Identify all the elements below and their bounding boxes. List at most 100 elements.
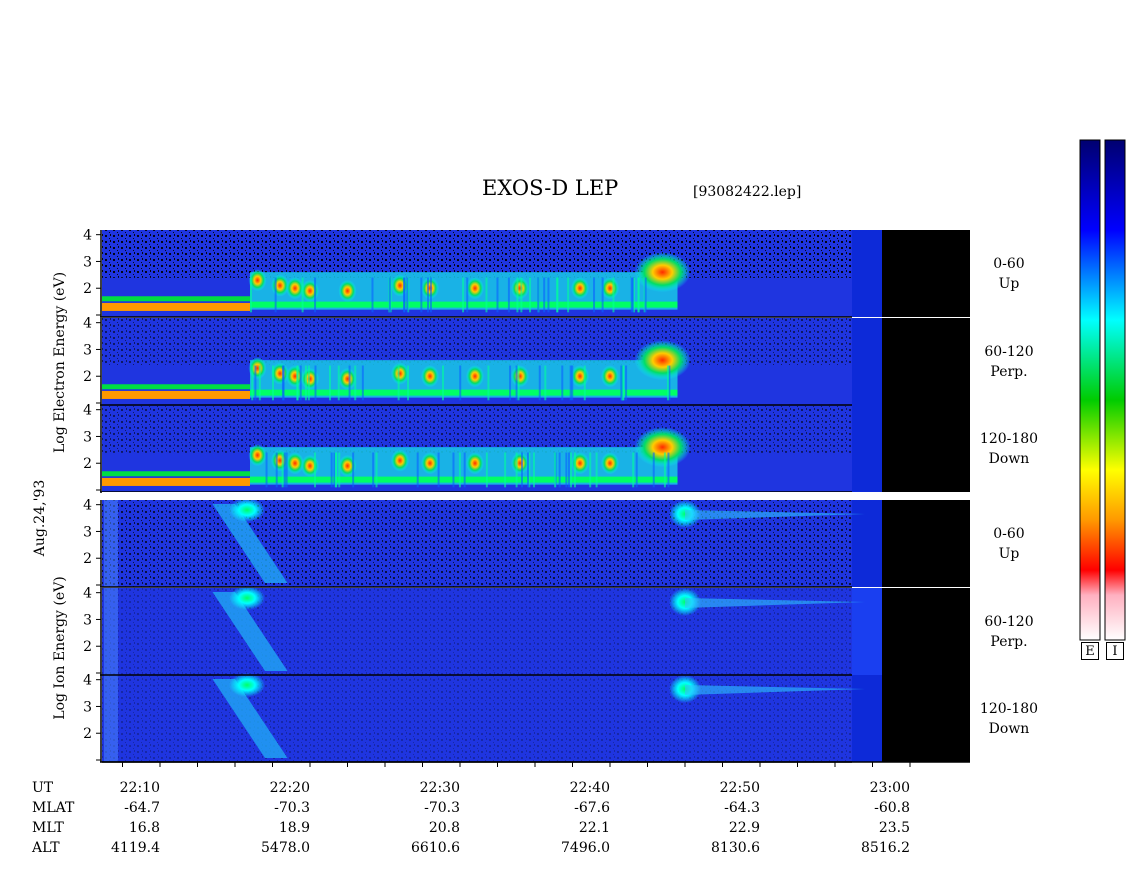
streak: [485, 277, 488, 313]
streak: [663, 452, 666, 488]
cell-mlt: 18.9: [278, 820, 310, 836]
streak: [337, 365, 340, 401]
pitch-angle-label: 60-120: [984, 344, 1034, 360]
y-tick-label: 3: [83, 699, 92, 715]
streak: [314, 452, 317, 488]
streak: [372, 452, 375, 488]
streak: [466, 277, 469, 313]
streak: [258, 365, 261, 401]
hotspot-3: [301, 279, 319, 302]
streak: [529, 277, 532, 313]
streak: [520, 452, 523, 488]
cell-mlt: 23.5: [878, 820, 910, 836]
cell-ut: 22:10: [119, 780, 160, 796]
no-data-region: [882, 675, 970, 762]
cell-alt: 8516.2: [861, 840, 910, 856]
low-energy-band-edge: [102, 384, 250, 390]
streak: [517, 365, 520, 401]
streak: [301, 277, 304, 313]
streak: [537, 277, 540, 313]
pitch-angle-label: 60-120: [984, 614, 1034, 630]
low-energy-band-edge: [102, 471, 250, 477]
cell-mlat: -64.7: [124, 800, 160, 816]
direction-label: Up: [998, 546, 1020, 562]
streak: [314, 365, 317, 401]
streak: [509, 365, 512, 401]
streak: [274, 277, 277, 313]
streak: [620, 365, 623, 401]
low-energy-band: [102, 302, 250, 311]
streak: [452, 452, 455, 488]
no-data-region: [882, 405, 970, 492]
hotspot-6: [421, 365, 439, 388]
spectrogram-figure: 2 3 4 2 3 4 2 3 4 2 3 4 2 3 4 2 3 4: [83, 139, 1126, 767]
cell-mlat: -64.3: [724, 800, 760, 816]
streak: [485, 452, 488, 488]
streak: [558, 452, 561, 488]
panel-edge-band: [852, 230, 882, 317]
hotspot-8: [511, 277, 529, 300]
streak: [644, 277, 647, 313]
colorbar-label-e: E: [1081, 642, 1099, 660]
streak: [561, 365, 564, 401]
panel-edge-band: [852, 675, 882, 762]
streak: [507, 277, 510, 313]
y-tick-label: 3: [83, 429, 92, 445]
noise-speckle: [102, 318, 852, 366]
streak: [520, 277, 523, 313]
hotspot-0: [248, 444, 267, 467]
no-data-region: [882, 588, 970, 675]
streak: [403, 277, 406, 313]
y-tick-label: 4: [83, 586, 92, 602]
direction-label: Perp.: [990, 634, 1028, 650]
panel-label-ion-0-60: 0-60 Up: [974, 524, 1044, 564]
streak: [632, 452, 635, 488]
noise-speckle: [102, 230, 852, 278]
streak: [515, 365, 518, 401]
ion-left-edge: [104, 500, 118, 587]
y-tick-label: 4: [83, 316, 92, 332]
streak: [570, 452, 573, 488]
panel-electron-120-180: [102, 405, 970, 492]
streak: [329, 365, 332, 401]
cell-mlat: -70.3: [274, 800, 310, 816]
streak: [515, 452, 518, 488]
streak: [667, 452, 670, 488]
colorbar-electron: [1079, 139, 1101, 641]
streak: [251, 365, 254, 401]
y-tick-label: 4: [83, 403, 92, 419]
noise-speckle: [102, 405, 852, 453]
cell-alt: 4119.4: [111, 840, 160, 856]
streak: [573, 452, 576, 488]
streak: [314, 277, 317, 313]
row-label-mlt: MLT: [32, 820, 64, 836]
panel-electron-0-60: [102, 230, 970, 317]
cell-mlt: 16.8: [128, 820, 160, 836]
streak: [397, 365, 400, 401]
low-energy-band-edge: [102, 296, 250, 302]
hotspot-main: [634, 427, 691, 468]
pitch-angle-label: 120-180: [979, 701, 1039, 717]
streak: [543, 277, 546, 313]
streak: [429, 277, 432, 313]
y-tick-label: 2: [83, 726, 92, 742]
streak: [463, 452, 466, 488]
streak: [556, 277, 559, 313]
y-tick-label: 3: [83, 524, 92, 540]
panel-edge-band: [852, 500, 882, 587]
hotspot-9: [571, 452, 589, 475]
panel-label-electron-60-120: 60-120 Perp.: [974, 342, 1044, 382]
direction-label: Perp.: [990, 364, 1028, 380]
hotspot-8: [511, 452, 529, 475]
y-tick-label: 3: [83, 254, 92, 270]
direction-label: Up: [998, 276, 1020, 292]
cell-alt: 7496.0: [561, 840, 610, 856]
streak: [571, 365, 574, 401]
cell-alt: 8130.6: [711, 840, 760, 856]
hotspot-5: [391, 362, 409, 385]
panel-label-ion-120-180: 120-180 Down: [974, 699, 1044, 739]
streak: [593, 277, 596, 313]
colorbar-ion: [1104, 139, 1126, 641]
y-tick-label: 2: [83, 639, 92, 655]
streak: [496, 277, 499, 313]
